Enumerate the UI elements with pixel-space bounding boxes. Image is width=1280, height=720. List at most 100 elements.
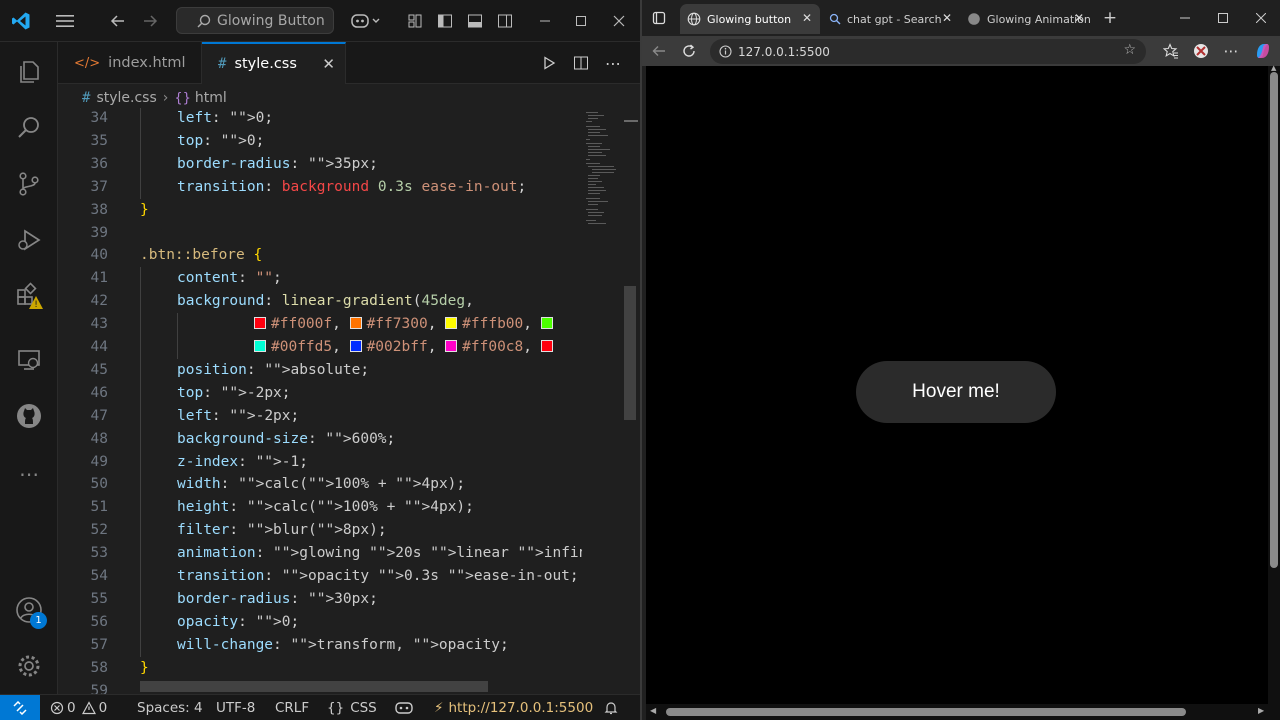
page-horizontal-scroll-thumb[interactable] [666,708,1186,716]
toggle-panel-icon[interactable] [462,0,488,42]
browser-tab-chat-gpt-search[interactable]: chat gpt - Search ✕ [822,4,960,34]
indentation-status[interactable]: Spaces: 4 [137,695,203,720]
line-number: 52 [90,522,108,539]
refresh-icon[interactable] [674,36,704,66]
explorer-icon[interactable] [0,44,58,100]
settings-more-icon[interactable]: ⋯ [1216,36,1246,66]
settings-gear-icon[interactable] [0,638,58,694]
page-vertical-scrollbar[interactable]: ▲ [1268,64,1280,706]
minimap[interactable] [582,108,622,694]
code-editor[interactable]: 34 left: "">0; 35 top: "">0; 36 border-radius… [58,108,582,694]
favorite-star-icon[interactable]: ☆ [1123,42,1136,58]
browser-tab-glowing-button[interactable]: Glowing button ✕ [680,4,820,34]
editor-scroll-thumb[interactable] [624,286,636,420]
accounts-icon[interactable]: 1 [0,582,58,638]
close-window-icon[interactable] [602,0,636,42]
code-line: 38} [58,199,582,222]
minimize-icon[interactable] [528,0,562,42]
split-editor-icon[interactable] [566,42,596,84]
close-tab-icon[interactable]: ✕ [322,55,335,73]
new-tab-icon[interactable]: + [1090,0,1130,36]
forward-arrow-icon[interactable] [136,0,164,42]
source-control-icon[interactable] [0,156,58,212]
eol-status[interactable]: CRLF [275,695,309,720]
editor-vertical-scrollbar[interactable] [622,108,640,694]
toggle-sidebar-icon[interactable] [432,0,458,42]
vscode-logo-icon [6,0,36,42]
language-mode-status[interactable]: {} CSS [327,695,377,720]
code-line: 55 border-radius: "">30px; [58,587,582,611]
close-tab-icon[interactable]: ✕ [1074,11,1084,25]
page-horizontal-scrollbar[interactable]: ◀ ▶ [646,704,1280,720]
tab-actions-icon[interactable] [636,0,682,36]
copilot-status-icon[interactable] [395,695,413,720]
code-text: will-change: "">transform, "">opacity; [177,636,509,653]
edge-browser-window: Glowing button ✕ chat gpt - Search ✕ Glo… [640,0,1280,720]
breadcrumb-symbol[interactable]: html [195,90,227,106]
copilot-icon[interactable] [346,0,386,42]
remote-explorer-icon[interactable] [0,332,58,388]
encoding-status[interactable]: UTF-8 [216,695,255,720]
code-line: 43 #ff000f, #ff7300, #fffb00, [58,313,582,337]
globe-icon [687,12,701,26]
tab-style-css[interactable]: # style.css ✕ [202,42,346,84]
code-line: 37 transition: background 0.3s ease-in-ou… [58,175,582,199]
line-number: 45 [90,361,108,378]
maximize-icon[interactable] [564,0,598,42]
code-text: left: "">-2px; [177,407,300,424]
notifications-bell-icon[interactable] [604,695,618,720]
tab-label: style.css [234,56,297,72]
line-number: 37 [90,178,108,195]
menu-icon[interactable] [50,0,80,42]
editor-horizontal-scroll-thumb[interactable] [140,681,488,692]
copilot-icon[interactable] [1248,36,1278,66]
close-window-icon[interactable] [1238,0,1280,36]
page-viewport: Hover me! [646,66,1268,704]
screen: Glowing Button ! ⋯ 1 </> index.html # st… [0,0,1280,720]
code-text: animation: "">glowing "">20s "">linear "… [177,545,582,562]
run-debug-icon[interactable] [0,212,58,268]
code-line: 52 filter: "">blur("">8px); [58,519,582,543]
customize-layout-icon[interactable] [402,0,428,42]
line-number: 54 [90,568,108,584]
tab-index-html[interactable]: </> index.html [58,42,202,84]
command-center-search[interactable]: Glowing Button [176,7,334,34]
close-tab-icon[interactable]: ✕ [942,11,952,25]
address-bar[interactable]: 127.0.0.1:5500 ☆ [710,39,1146,64]
line-number: 42 [90,293,108,310]
hover-me-button[interactable]: Hover me! [856,361,1056,423]
live-server-status[interactable]: ⚡ http://127.0.0.1:5500 [434,695,593,720]
command-center-label: Glowing Button [217,12,325,29]
browser-toolbar: 127.0.0.1:5500 ☆ ⋯ [642,36,1280,66]
back-arrow-icon[interactable] [104,0,132,42]
extensions-warning-icon[interactable]: ! [0,268,58,324]
more-icon[interactable]: ⋯ [0,446,58,502]
github-icon[interactable] [0,388,58,444]
css-file-icon: # [218,56,227,72]
more-actions-icon[interactable]: ⋯ [598,42,628,84]
code-line: 34 left: "">0; [58,108,582,130]
problems-indicator[interactable]: 0 0 [50,695,107,720]
plug-icon: ⚡ [434,700,444,716]
browser-tab-glowing-animation[interactable]: Glowing Animation ✕ [960,4,1092,34]
remote-indicator-icon[interactable] [0,695,40,720]
accounts-badge: 1 [30,612,47,629]
code-line: 40 .btn::before { [58,244,582,267]
page-vertical-scroll-thumb[interactable] [1270,72,1278,568]
line-number: 51 [90,499,108,516]
breadcrumb-file[interactable]: style.css [96,90,156,106]
back-arrow-icon[interactable] [644,36,674,66]
site-info-icon[interactable] [719,45,732,61]
extensions-puzzle-icon[interactable] [1186,36,1216,66]
run-file-icon[interactable] [534,42,564,84]
close-tab-icon[interactable]: ✕ [802,11,812,25]
code-line: 51 height: "">calc("">100% + "">4px); [58,496,582,520]
search-icon[interactable] [0,100,58,156]
vscode-window: Glowing Button ! ⋯ 1 </> index.html # st… [0,0,640,720]
code-line: 49 z-index: "">-1; [58,450,582,474]
favorites-icon[interactable] [1156,36,1186,66]
code-text: top: "">0; [177,132,265,149]
code-line: 48 background-size: "">600%; [58,427,582,451]
warning-icon [81,701,96,715]
toggle-secondary-sidebar-icon[interactable] [492,0,518,42]
